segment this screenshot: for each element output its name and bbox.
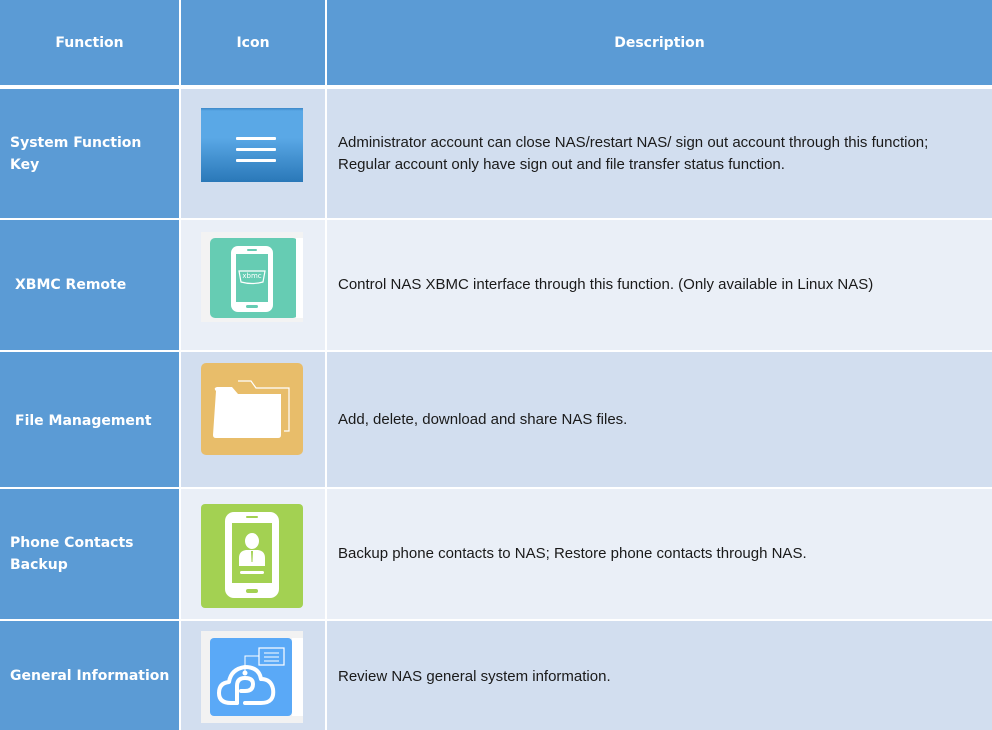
- function-label: General Information: [10, 667, 170, 684]
- contacts-phone-icon: [201, 504, 303, 608]
- description-cell: Review NAS general system information.: [327, 621, 992, 730]
- function-cell: General Information: [0, 621, 179, 730]
- cloud-info-icon: [201, 631, 303, 723]
- function-cell: System Function Key: [0, 89, 179, 218]
- icon-cell: [181, 89, 325, 218]
- folder-icon: [201, 363, 303, 455]
- header-function: Function: [0, 0, 179, 85]
- description-text: Backup phone contacts to NAS; Restore ph…: [338, 545, 807, 562]
- description-cell: Control NAS XBMC interface through this …: [327, 220, 992, 350]
- header-description: Description: [327, 0, 992, 85]
- function-cell: File Management: [0, 352, 179, 487]
- description-text: Control NAS XBMC interface through this …: [338, 276, 874, 293]
- xbmc-phone-icon: xbmc: [201, 232, 303, 322]
- icon-cell: [181, 352, 325, 487]
- function-label: XBMC Remote: [15, 277, 127, 293]
- function-cell: XBMC Remote: [0, 220, 179, 350]
- icon-cell: [181, 489, 325, 619]
- function-cell: Phone Contacts Backup: [0, 489, 179, 619]
- description-cell: Backup phone contacts to NAS; Restore ph…: [327, 489, 992, 619]
- icon-cell: xbmc: [181, 220, 325, 350]
- svg-text:xbmc: xbmc: [242, 272, 261, 280]
- header-icon: Icon: [181, 0, 325, 85]
- icon-cell: [181, 621, 325, 730]
- function-label: File Management: [15, 412, 152, 429]
- function-label: Phone Contacts Backup: [10, 535, 134, 573]
- description-text: Review NAS general system information.: [338, 667, 611, 685]
- function-label: System Function Key: [10, 134, 142, 173]
- description-cell: Add, delete, download and share NAS file…: [327, 352, 992, 487]
- description-cell: Administrator account can close NAS/rest…: [327, 89, 992, 218]
- menu-icon: [201, 108, 303, 182]
- description-text: Administrator account can close NAS/rest…: [338, 133, 929, 173]
- description-text: Add, delete, download and share NAS file…: [338, 410, 628, 428]
